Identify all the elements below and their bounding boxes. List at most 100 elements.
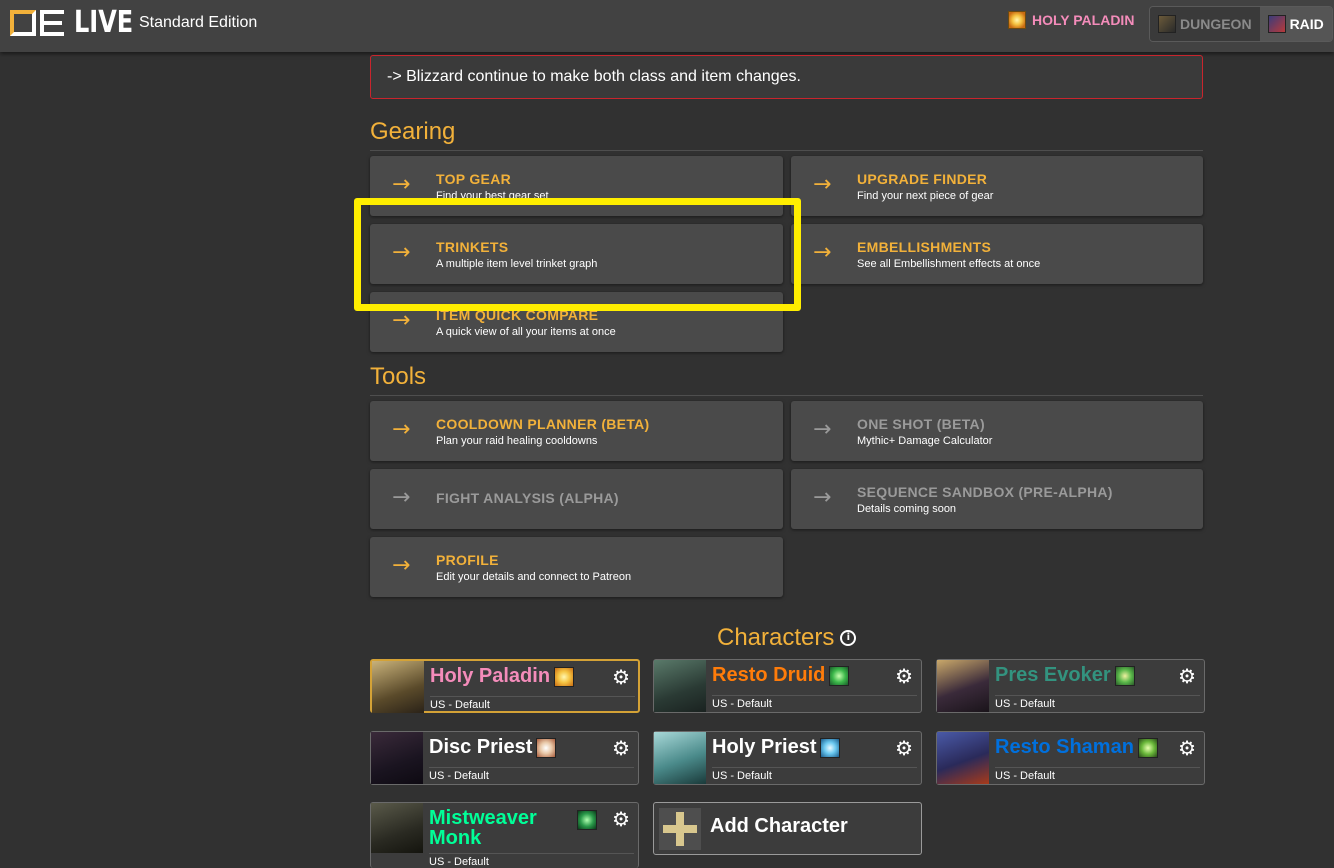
resto-shaman-spec-icon (1137, 737, 1158, 758)
embellishments-card[interactable]: → EMBELLISHMENTS See all Embellishment e… (791, 224, 1203, 284)
character-name-text: Holy Paladin (430, 665, 551, 687)
edition-label: Standard Edition (139, 14, 258, 31)
card-description: Plan your raid healing cooldowns (436, 435, 598, 447)
character-name: Resto Druid (712, 664, 850, 687)
dungeon-mode-button[interactable]: DUNGEON (1150, 7, 1260, 41)
arrow-right-icon: → (392, 417, 411, 442)
character-region: US - Default (712, 695, 917, 710)
character-region: US - Default (429, 767, 634, 782)
character-card-holy-priest[interactable]: Holy Priest ⚙ US - Default (653, 731, 922, 785)
character-name-text: Pres Evoker (995, 664, 1111, 686)
character-region: US - Default (712, 767, 917, 782)
card-title: TOP GEAR (436, 171, 512, 187)
patch-notice-alert: -> Blizzard continue to make both class … (370, 55, 1203, 99)
card-title: TRINKETS (436, 239, 509, 255)
dungeon-icon (1158, 15, 1176, 33)
profile-card[interactable]: → PROFILE Edit your details and connect … (370, 537, 783, 597)
character-name-text: Disc Priest (429, 736, 533, 758)
character-card-disc-priest[interactable]: Disc Priest ⚙ US - Default (370, 731, 639, 785)
raid-mode-button[interactable]: RAID (1259, 7, 1332, 41)
character-region: US - Default (429, 853, 634, 868)
plus-icon (659, 808, 701, 850)
character-name: Disc Priest (429, 736, 557, 759)
characters-section-title: Characters i (717, 624, 857, 652)
fight-analysis-card[interactable]: → FIGHT ANALYSIS (ALPHA) (370, 469, 783, 529)
resto-druid-spec-icon (829, 665, 850, 686)
gear-icon[interactable]: ⚙ (612, 809, 630, 829)
top-gear-card[interactable]: → TOP GEAR Find your best gear set (370, 156, 783, 216)
card-title: SEQUENCE SANDBOX (PRE-ALPHA) (857, 484, 1113, 500)
character-card-resto-shaman[interactable]: Resto Shaman ⚙ US - Default (936, 731, 1205, 785)
arrow-right-icon: → (392, 172, 411, 197)
card-description: Edit your details and connect to Patreon (436, 571, 632, 583)
character-name: Holy Paladin (430, 665, 575, 688)
character-region: US - Default (430, 696, 635, 711)
top-app-bar: LIVE Standard Edition HOLY PALADIN DUNGE… (0, 0, 1334, 52)
card-title: UPGRADE FINDER (857, 171, 988, 187)
info-icon[interactable]: i (840, 630, 857, 646)
logo-e-mark (40, 10, 64, 36)
card-title: FIGHT ANALYSIS (ALPHA) (436, 490, 619, 506)
mistweaver-monk-spec-icon (577, 810, 597, 830)
arrow-right-icon: → (813, 240, 832, 265)
add-character-button[interactable]: Add Character (653, 802, 922, 855)
holy-paladin-spec-icon (1008, 11, 1026, 29)
character-name-text: Holy Priest (712, 736, 817, 758)
holy-paladin-spec-icon (554, 666, 575, 687)
gearing-section-title: Gearing (370, 118, 1203, 151)
character-name-text: Resto Druid (712, 664, 826, 686)
character-card-mistweaver-monk[interactable]: Mistweaver Monk ⚙ US - Default (370, 802, 639, 868)
character-card-holy-paladin[interactable]: Holy Paladin ⚙ US - Default (370, 659, 640, 713)
card-description: Find your best gear set (436, 190, 549, 202)
gear-icon[interactable]: ⚙ (895, 666, 913, 686)
logo-q-mark (10, 10, 36, 36)
card-description: A multiple item level trinket graph (436, 258, 598, 270)
character-card-resto-druid[interactable]: Resto Druid ⚙ US - Default (653, 659, 922, 713)
arrow-right-icon: → (813, 172, 832, 197)
trinkets-card[interactable]: → TRINKETS A multiple item level trinket… (370, 224, 783, 284)
character-portrait (937, 660, 989, 712)
disc-priest-spec-icon (536, 737, 557, 758)
gear-icon[interactable]: ⚙ (895, 738, 913, 758)
upgrade-finder-card[interactable]: → UPGRADE FINDER Find your next piece of… (791, 156, 1203, 216)
character-portrait (654, 732, 706, 784)
holy-priest-spec-icon (820, 737, 841, 758)
character-name: Holy Priest (712, 736, 841, 759)
add-character-label: Add Character (710, 815, 848, 837)
spec-selector[interactable]: HOLY PALADIN (1008, 11, 1134, 29)
gear-icon[interactable]: ⚙ (1178, 738, 1196, 758)
character-portrait (371, 732, 423, 784)
item-quick-compare-card[interactable]: → ITEM QUICK COMPARE A quick view of all… (370, 292, 783, 352)
raid-icon (1267, 15, 1286, 33)
characters-title-text: Characters (717, 624, 835, 651)
card-description: Mythic+ Damage Calculator (857, 435, 993, 447)
spec-selector-label: HOLY PALADIN (1032, 12, 1135, 28)
character-region: US - Default (995, 767, 1200, 782)
character-card-pres-evoker[interactable]: Pres Evoker ⚙ US - Default (936, 659, 1205, 713)
content-mode-toggle: DUNGEON RAID (1149, 6, 1333, 42)
sequence-sandbox-card[interactable]: → SEQUENCE SANDBOX (PRE-ALPHA) Details c… (791, 469, 1203, 529)
raid-mode-label: RAID (1289, 16, 1324, 32)
character-portrait (937, 732, 989, 784)
character-name-text: Resto Shaman (995, 736, 1134, 758)
card-title: COOLDOWN PLANNER (BETA) (436, 416, 650, 432)
character-name-text: Mistweaver Monk (429, 807, 537, 849)
gear-icon[interactable]: ⚙ (612, 667, 630, 687)
gear-icon[interactable]: ⚙ (612, 738, 630, 758)
arrow-right-icon: → (392, 553, 411, 578)
arrow-right-icon: → (813, 417, 832, 442)
one-shot-card[interactable]: → ONE SHOT (BETA) Mythic+ Damage Calcula… (791, 401, 1203, 461)
card-description: Details coming soon (857, 503, 957, 515)
character-name: Resto Shaman (995, 736, 1158, 759)
gear-icon[interactable]: ⚙ (1178, 666, 1196, 686)
arrow-right-icon: → (392, 485, 411, 510)
card-title: ONE SHOT (BETA) (857, 416, 985, 432)
qe-live-logo[interactable]: LIVE (10, 5, 134, 40)
cooldown-planner-card[interactable]: → COOLDOWN PLANNER (BETA) Plan your raid… (370, 401, 783, 461)
character-portrait (372, 661, 424, 713)
card-description: A quick view of all your items at once (436, 326, 616, 338)
arrow-right-icon: → (392, 240, 411, 265)
tools-section-title: Tools (370, 363, 1203, 396)
character-name: Pres Evoker (995, 664, 1135, 687)
arrow-right-icon: → (813, 485, 832, 510)
